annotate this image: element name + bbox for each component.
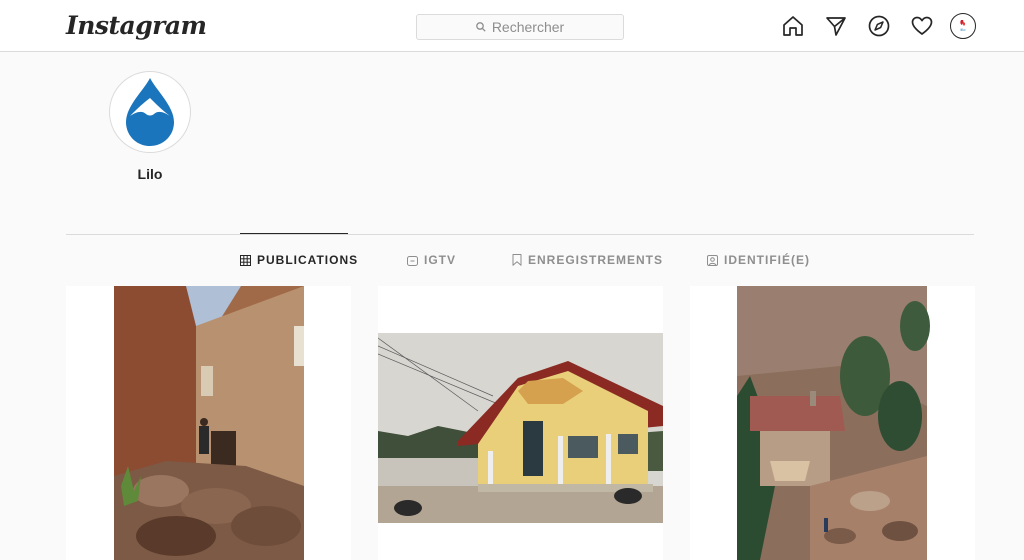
tab-publications[interactable]: PUBLICATIONS <box>240 253 358 267</box>
explore-icon[interactable] <box>867 14 891 38</box>
tab-label: IGTV <box>424 253 457 267</box>
tabs-divider <box>66 234 974 235</box>
post-thumbnail[interactable] <box>378 286 663 560</box>
grid-icon <box>240 254 251 266</box>
direct-message-icon[interactable] <box>824 14 848 38</box>
igtv-icon <box>407 255 418 266</box>
post-image-mountain-path <box>690 286 975 560</box>
svg-text:lilo: lilo <box>961 27 967 32</box>
water-drop-logo-icon <box>126 78 174 146</box>
tab-saved[interactable]: ENREGISTREMENTS <box>512 253 663 267</box>
tab-label: IDENTIFIÉ(E) <box>724 253 810 267</box>
instagram-logo[interactable]: Instagram <box>66 11 207 40</box>
activity-heart-icon[interactable] <box>910 14 934 38</box>
post-thumbnail[interactable] <box>690 286 975 560</box>
top-navigation-bar: Instagram Rechercher lilo <box>0 0 1024 52</box>
active-tab-indicator <box>240 233 348 234</box>
avatar-logo-icon: lilo <box>960 20 967 32</box>
tab-tagged[interactable]: IDENTIFIÉ(E) <box>707 253 810 267</box>
profile-picture[interactable] <box>109 71 191 153</box>
post-image-house <box>378 286 663 560</box>
tab-label: PUBLICATIONS <box>257 253 359 267</box>
home-icon[interactable] <box>781 14 805 38</box>
profile-avatar-button[interactable]: lilo <box>950 13 976 39</box>
post-thumbnail[interactable] <box>66 286 351 560</box>
nav-icons: lilo <box>781 13 976 40</box>
tagged-icon <box>707 254 718 266</box>
search-placeholder: Rechercher <box>491 19 565 35</box>
bookmark-icon <box>512 254 522 266</box>
search-input[interactable]: Rechercher <box>416 14 624 40</box>
profile-username: Lilo <box>137 166 163 182</box>
tab-label: ENREGISTREMENTS <box>528 253 664 267</box>
post-image-village-street <box>66 286 351 560</box>
tab-igtv[interactable]: IGTV <box>407 253 456 267</box>
search-icon <box>475 22 486 32</box>
